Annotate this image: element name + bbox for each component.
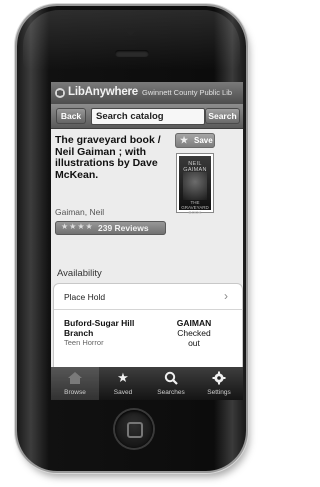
- phone-glare: [23, 10, 240, 70]
- tab-label: Searches: [157, 389, 185, 396]
- cover-artwork: [183, 172, 207, 200]
- book-cover: NEIL GAIMAN THE GRAVEYARD BOOK: [177, 154, 213, 215]
- app-logo-icon: [55, 88, 65, 98]
- gear-icon: [212, 371, 226, 385]
- book-detail: The graveyard book / Neil Gaiman ; with …: [51, 129, 243, 385]
- rating-stars: ★★★★: [61, 222, 94, 231]
- home-square-icon: [127, 422, 143, 438]
- save-button[interactable]: ★ Save: [175, 133, 215, 148]
- tab-bar: Browse ★ Saved Searches Settings: [51, 367, 243, 400]
- reviews-button[interactable]: ★★★★ 239 Reviews: [55, 221, 166, 235]
- status-label: Checked out: [177, 328, 211, 348]
- book-author[interactable]: Gaiman, Neil: [55, 207, 104, 217]
- book-title: The graveyard book / Neil Gaiman ; with …: [55, 134, 161, 181]
- reviews-label: 239 Reviews: [98, 223, 149, 233]
- earpiece-speaker: [115, 50, 149, 57]
- nav-bar: Back Search catalog Search: [51, 104, 243, 129]
- chevron-right-icon: ›: [224, 289, 228, 303]
- tab-label: Settings: [207, 389, 231, 396]
- branch-name: Buford-Sugar Hill Branch: [64, 318, 135, 338]
- front-camera: [127, 28, 134, 35]
- app-header: LibAnywhere Gwinnett County Public Lib: [51, 82, 243, 104]
- tab-searches[interactable]: Searches: [147, 367, 195, 400]
- search-input[interactable]: Search catalog: [91, 108, 205, 125]
- star-icon: ★: [117, 370, 129, 385]
- search-button[interactable]: Search: [205, 108, 240, 124]
- back-button[interactable]: Back: [56, 108, 86, 124]
- search-icon: [164, 371, 178, 385]
- cover-title: THE GRAVEYARD BOOK: [181, 200, 209, 215]
- save-label: Save: [194, 136, 213, 145]
- star-icon: ★: [180, 135, 189, 145]
- call-number: GAIMAN: [176, 318, 212, 328]
- phone-screen: LibAnywhere Gwinnett County Public Lib B…: [51, 82, 243, 400]
- home-icon: [68, 372, 82, 384]
- tab-settings[interactable]: Settings: [195, 367, 243, 400]
- tab-label: Saved: [113, 389, 133, 396]
- library-name: Gwinnett County Public Lib: [142, 88, 233, 97]
- tab-label: Browse: [64, 389, 86, 396]
- place-hold-row[interactable]: Place Hold ›: [54, 284, 242, 310]
- home-button[interactable]: [115, 410, 153, 448]
- availability-heading: Availability: [57, 268, 102, 279]
- tab-browse[interactable]: Browse: [51, 367, 99, 400]
- app-name: LibAnywhere: [68, 86, 139, 98]
- collection-label: Teen Horror: [64, 338, 104, 347]
- place-hold-label: Place Hold: [64, 292, 106, 302]
- tab-saved[interactable]: ★ Saved: [99, 367, 147, 400]
